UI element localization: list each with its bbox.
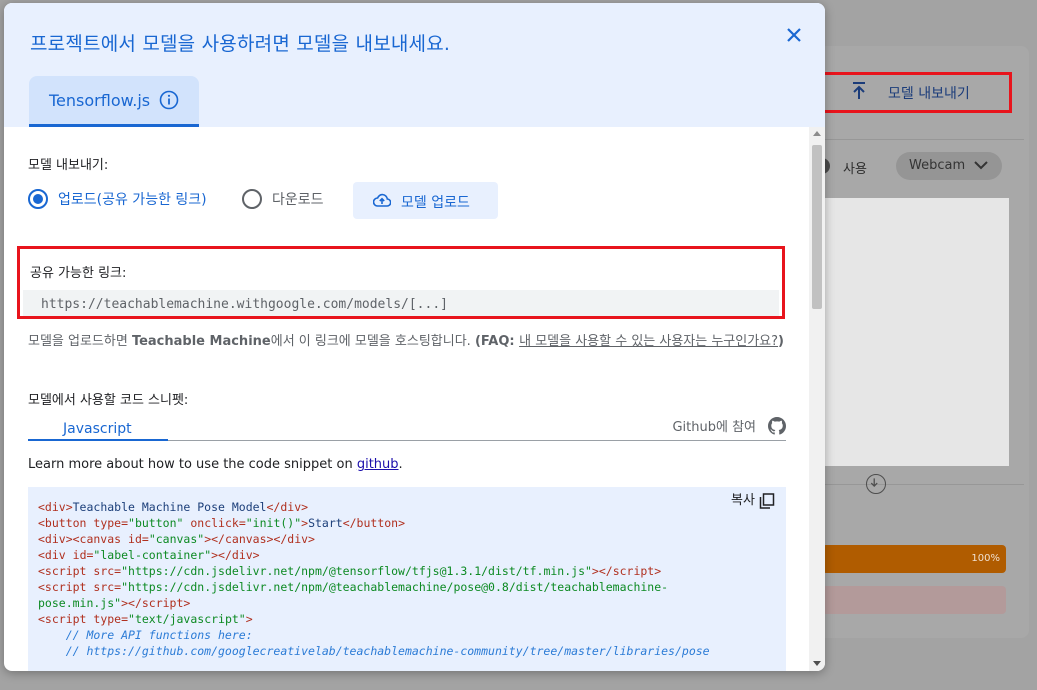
desc-text: 모델을 업로드하면 (28, 334, 132, 349)
use-label: 사용 (843, 162, 867, 177)
upload-model-button[interactable]: 모델 업로드 (353, 182, 498, 219)
tab-tensorflowjs[interactable]: Tensorflow.js (29, 76, 199, 127)
divider (822, 484, 1024, 485)
github-link-label: Github에 참여 (672, 420, 756, 435)
github-doc-link[interactable]: github (357, 457, 399, 472)
upload-description: 모델을 업로드하면 Teachable Machine에서 이 링크에 모델을 … (28, 332, 788, 352)
code-snippet[interactable]: 복사 <div>Teachable Machine Pose Model</di… (28, 487, 786, 671)
desc-text: 에서 이 링크에 모델을 호스팅합니다. (270, 334, 475, 349)
export-model-label: 모델 내보내기 (888, 86, 970, 102)
code-line: <script src="https://cdn.jsdelivr.net/np… (38, 564, 662, 578)
scroll-down-icon[interactable] (813, 661, 821, 666)
tab-tensorflowjs-label: Tensorflow.js (49, 91, 151, 110)
close-icon[interactable] (782, 23, 806, 47)
webcam-dropdown[interactable]: Webcam (896, 152, 1002, 180)
github-link[interactable]: Github에 참여 (672, 416, 786, 435)
radio-upload-label: 업로드(공유 가능한 링크) (58, 192, 207, 208)
info-icon[interactable] (159, 90, 179, 110)
scrollbar-thumb[interactable] (812, 145, 822, 309)
upload-arrow-icon (853, 82, 865, 99)
share-link-title: 공유 가능한 링크: (30, 266, 127, 281)
scroll-up-icon[interactable] (813, 131, 821, 136)
webcam-label: Webcam (909, 158, 966, 173)
code-line: <script type="text/javascript"> (38, 612, 253, 626)
learn-prefix: Learn more about how to use the code sni… (28, 457, 357, 472)
upload-model-label: 모델 업로드 (401, 195, 470, 211)
copy-label: 복사 (731, 493, 755, 508)
code-line: <button type="button" onclick="init()">S… (38, 516, 406, 530)
chevron-down-icon (974, 161, 988, 170)
export-model-button[interactable]: 모델 내보내기 (822, 72, 1012, 113)
radio-unselected-icon (242, 189, 262, 209)
cloud-upload-icon (373, 193, 391, 207)
learn-more-text: Learn more about how to use the code sni… (28, 457, 403, 472)
export-modal: 프로젝트에서 모델을 사용하려면 모델을 내보내세요. Tensorflow.j… (4, 3, 825, 671)
modal-content: 모델 내보내기: 업로드(공유 가능한 링크) 다운로드 모델 업로드 공유 가… (4, 127, 825, 671)
copy-icon (759, 493, 775, 509)
export-section-label: 모델 내보내기: (28, 158, 109, 173)
modal-header: 프로젝트에서 모델을 사용하려면 모델을 내보내세요. Tensorflow.j… (4, 3, 825, 127)
class-progress-bar (822, 586, 1006, 614)
code-line: pose.min.js"></script> (38, 596, 191, 610)
desc-faq-close: ) (778, 334, 784, 349)
code-line: <div>Teachable Machine Pose Model</div> (38, 500, 309, 514)
tab-javascript[interactable]: Javascript (28, 417, 168, 441)
code-line: // https://github.com/googlecreativelab/… (38, 644, 710, 658)
desc-faq: (FAQ: (474, 334, 520, 349)
radio-download[interactable]: 다운로드 (242, 189, 324, 209)
arrow-down-icon[interactable] (866, 474, 886, 494)
radio-selected-icon (28, 189, 48, 209)
class-progress-bar: 100% (822, 545, 1006, 573)
divider (822, 139, 1024, 140)
code-line: <script src="https://cdn.jsdelivr.net/np… (38, 580, 669, 594)
webcam-preview (822, 198, 1009, 466)
code-line: <div><canvas id="canvas"></canvas></div> (38, 532, 315, 546)
radio-download-label: 다운로드 (272, 192, 324, 208)
snippet-label: 모델에서 사용할 코드 스니펫: (28, 393, 189, 408)
code-line: // More API functions here: (38, 628, 253, 642)
tab-javascript-label: Javascript (63, 421, 132, 437)
learn-suffix: . (398, 457, 403, 472)
copy-button[interactable]: 복사 (731, 493, 775, 509)
share-link-box: 공유 가능한 링크: https://teachablemachine.with… (17, 246, 785, 319)
modal-title: 프로젝트에서 모델을 사용하려면 모델을 내보내세요. (30, 33, 451, 55)
scrollbar[interactable] (809, 127, 825, 671)
code-tabs: Javascript Github에 참여 (28, 416, 786, 441)
share-link-field[interactable]: https://teachablemachine.withgoogle.com/… (23, 290, 779, 316)
faq-link[interactable]: 내 모델을 사용할 수 있는 사용자는 누구인가요? (519, 334, 778, 349)
progress-percent: 100% (971, 553, 1000, 564)
github-icon (768, 416, 786, 435)
code-line: <div id="label-container"></div> (38, 548, 260, 562)
desc-brand: Teachable Machine (131, 334, 271, 349)
radio-upload[interactable]: 업로드(공유 가능한 링크) (28, 189, 207, 209)
